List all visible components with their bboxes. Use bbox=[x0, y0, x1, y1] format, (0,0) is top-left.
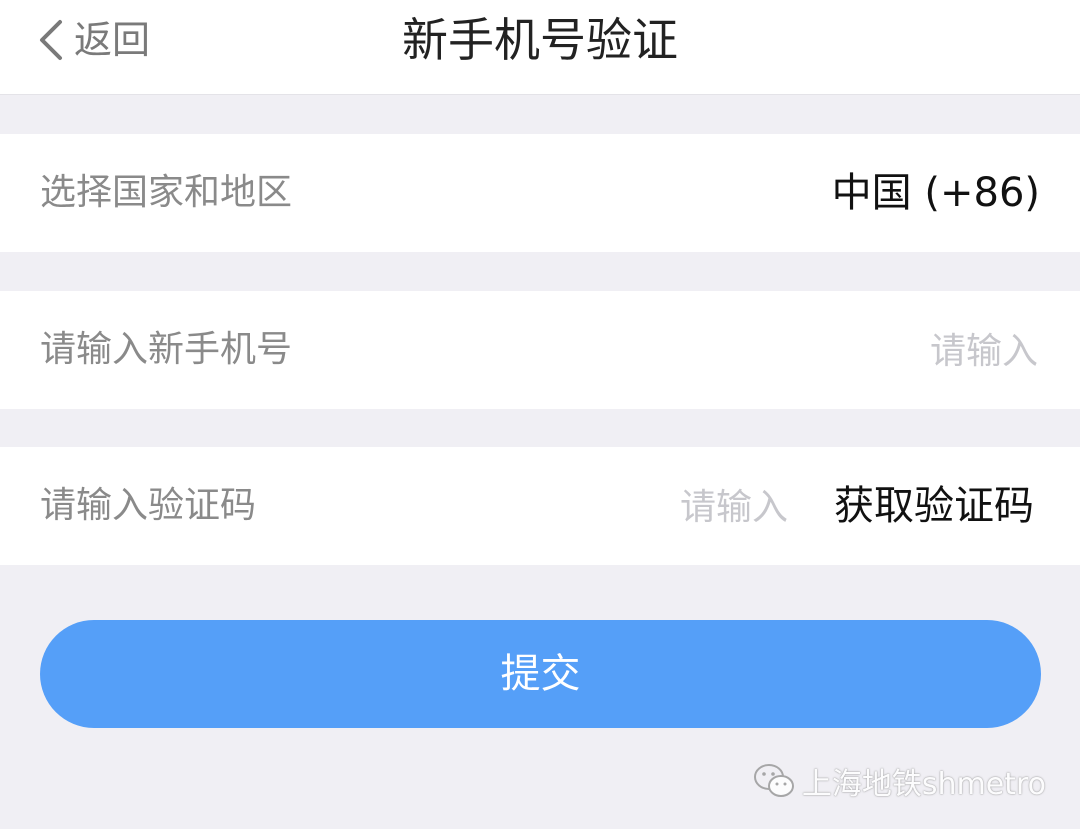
country-region-value: 中国 (+86) bbox=[831, 170, 1040, 216]
country-region-label: 选择国家和地区 bbox=[40, 172, 293, 213]
country-region-selector[interactable]: 选择国家和地区 中国 (+86) bbox=[0, 134, 1080, 252]
verification-code-row: 请输入验证码 获取验证码 bbox=[0, 447, 1080, 565]
watermark-text: 上海地铁shmetro bbox=[801, 767, 1046, 802]
phone-number-input[interactable] bbox=[636, 320, 1040, 382]
verification-code-label: 请输入验证码 bbox=[40, 485, 257, 526]
navigation-bar: 返回 新手机号验证 bbox=[0, 0, 1080, 95]
verification-code-input[interactable] bbox=[486, 476, 790, 538]
get-code-button[interactable]: 获取验证码 bbox=[834, 447, 1034, 565]
wechat-icon bbox=[753, 764, 794, 797]
phone-verification-screen: 返回 新手机号验证 选择国家和地区 中国 (+86) 请输入新手机号 请输入验证… bbox=[0, 0, 1080, 829]
page-title: 新手机号验证 bbox=[402, 13, 678, 67]
phone-number-row: 请输入新手机号 bbox=[0, 291, 1080, 409]
watermark: 上海地铁shmetro bbox=[752, 756, 1046, 806]
phone-number-label: 请输入新手机号 bbox=[40, 329, 293, 370]
submit-button[interactable]: 提交 bbox=[40, 620, 1041, 728]
